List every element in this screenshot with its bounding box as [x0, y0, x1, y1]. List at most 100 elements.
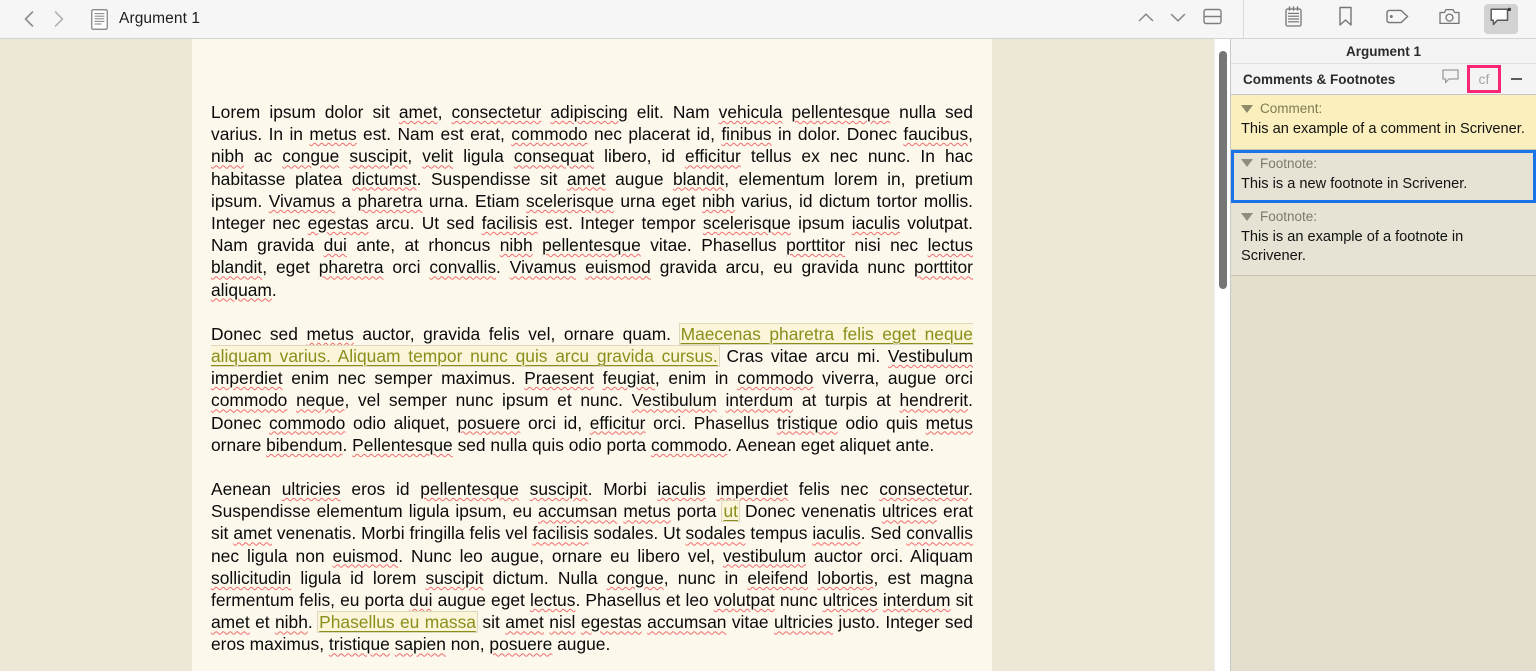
spellcheck-word: sollicitudin [211, 567, 292, 588]
spellcheck-word: metus [306, 323, 354, 344]
inspector-section-header: Comments & Footnotes cf [1231, 64, 1536, 95]
footnote-note[interactable]: Footnote: This is an example of a footnot… [1231, 203, 1536, 277]
spellcheck-word: dictumst [351, 168, 417, 189]
spellcheck-word: amet [505, 612, 544, 633]
note-kind-label: Footnote: [1260, 155, 1318, 171]
spellcheck-word: porttitor [914, 257, 973, 278]
spellcheck-word: egestas [580, 612, 642, 633]
chevron-left-icon [23, 10, 35, 28]
spellcheck-word: euismod [332, 545, 399, 566]
spellcheck-word: nibh [499, 235, 533, 256]
spellcheck-word: metus [623, 501, 671, 522]
spellcheck-word: finibus [721, 124, 772, 145]
toolbar-left-group: Argument 1 [0, 4, 200, 34]
spellcheck-word: volutpat [713, 590, 775, 611]
spellcheck-word: pellentesque [420, 479, 519, 500]
camera-icon [1438, 8, 1460, 30]
inspector-section-controls: cf [1438, 65, 1526, 93]
metadata-tab-button[interactable] [1380, 4, 1414, 34]
note-header: Footnote: [1241, 209, 1526, 224]
footnote-linked-text[interactable]: ut [722, 501, 739, 522]
spellcheck-word: blandit [673, 168, 725, 189]
scroll-up-button[interactable] [1131, 5, 1161, 33]
spellcheck-word: feugiat [602, 368, 655, 389]
bookmarks-tab-button[interactable] [1328, 4, 1362, 34]
disclosure-triangle-icon[interactable] [1241, 159, 1253, 168]
forward-button[interactable] [44, 4, 74, 34]
notes-list: Comment: This an example of a comment in … [1231, 95, 1536, 277]
spellcheck-word: nibh [275, 612, 308, 633]
spellcheck-word: Vestibulum [631, 390, 717, 411]
paragraph-3: Aenean ultricies eros id pellentesque su… [211, 479, 974, 655]
spellcheck-word: blandit [211, 257, 263, 278]
spellcheck-word: adipiscing [550, 102, 628, 122]
spellcheck-word: metus [925, 412, 973, 433]
spellcheck-word: imperdiet [211, 368, 283, 389]
text-editor[interactable]: Lorem ipsum dolor sit amet, consectetur … [0, 39, 1230, 671]
comments-tab-button[interactable] [1484, 4, 1518, 34]
spellcheck-word: pharetra [357, 190, 423, 211]
add-footnote-button[interactable]: cf [1467, 65, 1501, 93]
spellcheck-word: bibendum [266, 434, 343, 455]
spellcheck-word: ultricies [281, 479, 341, 500]
spellcheck-word: faucibus [903, 124, 969, 145]
snapshots-tab-button[interactable] [1432, 4, 1466, 34]
spellcheck-word: suscipit [349, 146, 408, 167]
toolbar-nav-group [1131, 4, 1243, 34]
spellcheck-word: nisl [549, 612, 576, 633]
spellcheck-word: lectus [927, 235, 973, 256]
editor-page: Lorem ipsum dolor sit amet, consectetur … [192, 39, 992, 671]
spellcheck-word: dui [323, 235, 347, 256]
inspector-panel: Argument 1 Comments & Footnotes cf Comme… [1230, 39, 1536, 671]
scrivener-window: Argument 1 Lorem ipsum dolor sit amet, c… [0, 0, 1536, 671]
paragraph-list: Lorem ipsum dolor sit amet, consectetur … [211, 101, 973, 656]
remove-note-button[interactable] [1506, 68, 1526, 90]
scroll-down-button[interactable] [1163, 5, 1193, 33]
split-view-button[interactable] [1195, 4, 1229, 34]
spellcheck-word: aliquam [211, 279, 272, 300]
spellcheck-word: amet [566, 168, 606, 189]
spellcheck-word: congue [282, 146, 340, 167]
spellcheck-word: accumsan [647, 612, 727, 633]
spellcheck-word: consectetur [879, 479, 969, 500]
spellcheck-word: facilisis [481, 213, 538, 234]
spellcheck-word: tristique [328, 634, 390, 655]
spellcheck-word: pellentesque [542, 235, 641, 256]
note-text[interactable]: This an example of a comment in Scrivene… [1241, 120, 1526, 139]
comment-note[interactable]: Comment: This an example of a comment in … [1231, 95, 1536, 150]
editor-scrollbar[interactable] [1214, 39, 1230, 671]
notes-tab-button[interactable] [1276, 4, 1310, 34]
add-comment-button[interactable] [1438, 68, 1462, 90]
spellcheck-word: porttitor [786, 235, 846, 256]
spellcheck-word: amet [211, 612, 250, 633]
disclosure-triangle-icon[interactable] [1241, 212, 1253, 221]
spellcheck-word: suscipit [425, 567, 484, 588]
note-text[interactable]: This is an example of a footnote in Scri… [1241, 228, 1526, 265]
disclosure-triangle-icon[interactable] [1241, 104, 1253, 113]
editor-header-toolbar: Argument 1 [0, 0, 1536, 39]
spellcheck-word: pellentesque [791, 102, 891, 122]
editor-text-column: Lorem ipsum dolor sit amet, consectetur … [211, 101, 973, 656]
footnote-note[interactable]: Footnote: This is a new footnote in Scriv… [1231, 149, 1536, 204]
spellcheck-word: nibh [701, 190, 735, 211]
paragraph-2: Donec sed metus auctor, gravida felis ve… [211, 323, 973, 455]
spellcheck-word: vestibulum [722, 545, 807, 566]
spellcheck-word: ultricies [774, 612, 833, 633]
spellcheck-word: sodales [685, 523, 746, 544]
editor-scrollbar-thumb[interactable] [1219, 51, 1227, 289]
spellcheck-word: efficitur [589, 412, 646, 433]
inspector-title: Argument 1 [1231, 39, 1536, 64]
footnote-linked-text[interactable]: Phasellus eu massa [318, 612, 477, 633]
spellcheck-word: Vivamus [268, 190, 336, 211]
spellcheck-word: neque [296, 390, 345, 411]
spellcheck-word: commodo [268, 412, 346, 433]
spellcheck-word: posuere [489, 634, 553, 655]
note-text[interactable]: This is a new footnote in Scrivener. [1241, 175, 1526, 194]
spellcheck-word: amet [233, 523, 272, 544]
back-button[interactable] [14, 4, 44, 34]
spellcheck-word: euismod [585, 257, 651, 278]
spellcheck-word: imperdiet [716, 479, 789, 500]
chevron-up-icon [1138, 10, 1154, 28]
spellcheck-word: sapien [394, 634, 446, 655]
comment-icon [1490, 7, 1512, 32]
